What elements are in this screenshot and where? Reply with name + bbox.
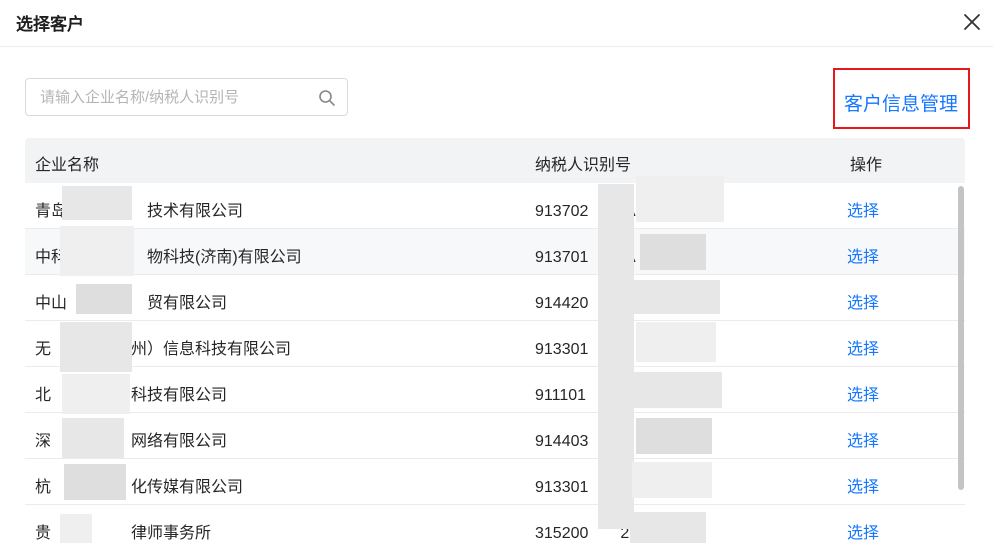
- select-button[interactable]: 选择: [847, 473, 879, 497]
- table-row: 贵 律师事务所 315200 22 选择: [25, 505, 965, 543]
- customer-table: 企业名称 纳税人识别号 操作 青岛 技术有限公司 913702 IA 选择 中科…: [25, 138, 965, 543]
- scrollbar-thumb[interactable]: [958, 186, 964, 490]
- table-header: 企业名称 纳税人识别号 操作: [25, 138, 965, 183]
- table-row: 杭 化传媒有限公司 913301 选择: [25, 459, 965, 505]
- table-row: 北 科技有限公司 911101 A H 选择: [25, 367, 965, 413]
- select-button[interactable]: 选择: [847, 381, 879, 405]
- column-header-action: 操作: [850, 157, 883, 174]
- select-button[interactable]: 选择: [847, 289, 879, 313]
- search-input[interactable]: [26, 79, 320, 115]
- search-box: [25, 78, 348, 116]
- column-header-tax-id: 纳税人识别号: [535, 157, 632, 174]
- select-button[interactable]: 选择: [847, 335, 879, 359]
- dialog-header: 选择客户: [0, 0, 993, 47]
- table-row: 青岛 技术有限公司 913702 IA 选择: [25, 183, 965, 229]
- select-customer-dialog: 选择客户 客户信息管理 企业名称 纳税人识别号 操作 青岛 技术有限公司 913: [0, 0, 993, 543]
- select-button[interactable]: 选择: [847, 427, 879, 451]
- select-button[interactable]: 选择: [847, 243, 879, 267]
- select-button[interactable]: 选择: [847, 519, 879, 543]
- select-button[interactable]: 选择: [847, 197, 879, 221]
- table-body: 青岛 技术有限公司 913702 IA 选择 中科 物科技(济南)有限公司 91…: [25, 183, 965, 543]
- table-row: 中科 物科技(济南)有限公司 913701 IA 选择: [25, 229, 965, 275]
- dialog-title: 选择客户: [16, 15, 84, 34]
- table-row: 深 网络有限公司 914403 7 选择: [25, 413, 965, 459]
- table-row: 无 州）信息科技有限公司 913301 7 3 选择: [25, 321, 965, 367]
- search-icon[interactable]: [318, 89, 336, 107]
- column-header-company-name: 企业名称: [35, 157, 100, 174]
- close-icon[interactable]: [958, 8, 986, 36]
- table-row: 中山 贸有限公司 914420 A 选择: [25, 275, 965, 321]
- customer-info-management-link[interactable]: 客户信息管理: [844, 89, 958, 116]
